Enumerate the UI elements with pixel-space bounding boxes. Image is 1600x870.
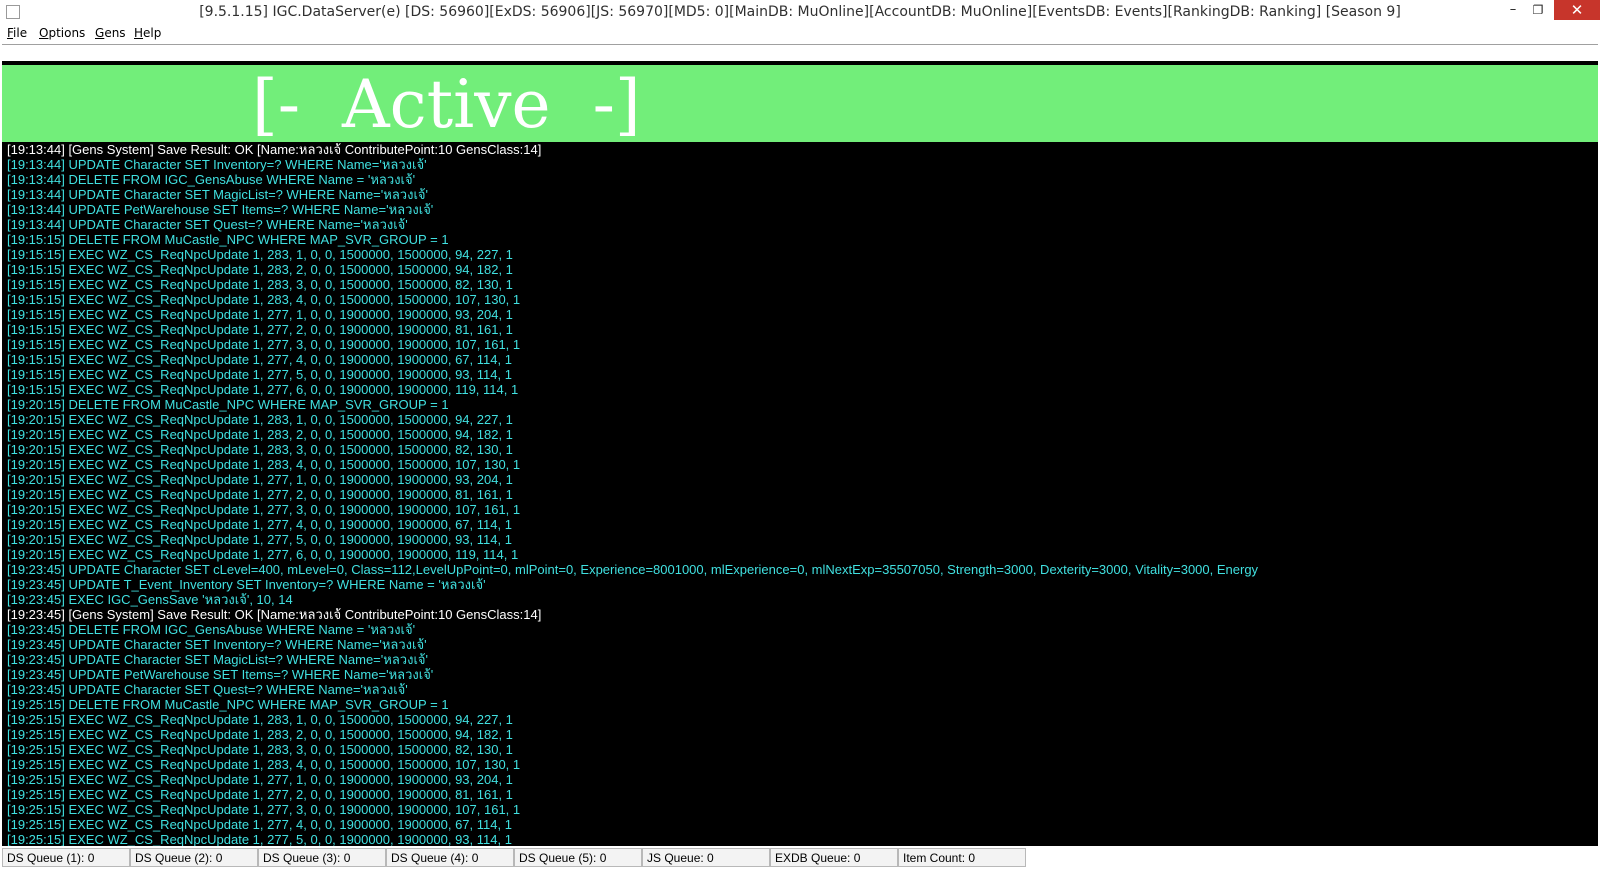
log-line: [19:20:15] EXEC WZ_CS_ReqNpcUpdate 1, 27…: [7, 487, 513, 502]
menu-help[interactable]: Help: [134, 26, 161, 40]
server-status-text: [- Active -]: [252, 66, 641, 143]
log-line: [19:23:45] UPDATE T_Event_Inventory SET …: [7, 577, 486, 592]
log-line: [19:13:44] UPDATE Character SET Quest=? …: [7, 217, 408, 232]
log-line: [19:15:15] EXEC WZ_CS_ReqNpcUpdate 1, 27…: [7, 352, 512, 367]
log-line: [19:20:15] DELETE FROM MuCastle_NPC WHER…: [7, 397, 449, 412]
menu-options[interactable]: Options: [39, 26, 85, 40]
log-line: [19:25:15] EXEC WZ_CS_ReqNpcUpdate 1, 27…: [7, 817, 512, 832]
log-line: [19:23:45] UPDATE Character SET Inventor…: [7, 637, 427, 652]
log-line: [19:25:15] EXEC WZ_CS_ReqNpcUpdate 1, 27…: [7, 787, 513, 802]
log-line: [19:23:45] UPDATE Character SET Quest=? …: [7, 682, 408, 697]
status-bar: DS Queue (1): 0 DS Queue (2): 0 DS Queue…: [0, 846, 1600, 870]
log-line: [19:25:15] EXEC WZ_CS_ReqNpcUpdate 1, 28…: [7, 742, 513, 757]
window-title: [9.5.1.15] IGC.DataServer(e) [DS: 56960]…: [199, 4, 1401, 20]
log-line: [19:23:45] EXEC IGC_GensSave 'หลวงเจ้', …: [7, 592, 293, 607]
menu-gens[interactable]: Gens: [95, 26, 126, 40]
log-output[interactable]: [19:13:44] [Gens System] Save Result: OK…: [2, 142, 1598, 846]
log-line: [19:15:15] EXEC WZ_CS_ReqNpcUpdate 1, 28…: [7, 292, 521, 307]
log-line: [19:15:15] DELETE FROM MuCastle_NPC WHER…: [7, 232, 449, 247]
menu-file[interactable]: File: [7, 26, 27, 40]
log-line: [19:15:15] EXEC WZ_CS_ReqNpcUpdate 1, 28…: [7, 247, 513, 262]
status-banner: [- Active -]: [2, 65, 1598, 145]
log-line: [19:25:15] EXEC WZ_CS_ReqNpcUpdate 1, 28…: [7, 727, 513, 742]
log-line: [19:20:15] EXEC WZ_CS_ReqNpcUpdate 1, 28…: [7, 412, 513, 427]
ds-queue-5-status: DS Queue (5): 0: [514, 848, 642, 867]
log-line: [19:15:15] EXEC WZ_CS_ReqNpcUpdate 1, 28…: [7, 262, 513, 277]
item-count-status: Item Count: 0: [898, 848, 1026, 867]
ds-queue-4-status: DS Queue (4): 0: [386, 848, 514, 867]
log-line: [19:25:15] EXEC WZ_CS_ReqNpcUpdate 1, 27…: [7, 772, 513, 787]
log-line: [19:23:45] UPDATE PetWarehouse SET Items…: [7, 667, 434, 682]
log-line: [19:13:44] UPDATE Character SET MagicLis…: [7, 187, 428, 202]
exdb-queue-status: EXDB Queue: 0: [770, 848, 898, 867]
toolbar-strip: [2, 44, 1598, 61]
js-queue-status: JS Queue: 0: [642, 848, 770, 867]
log-line: [19:25:15] EXEC WZ_CS_ReqNpcUpdate 1, 28…: [7, 757, 521, 772]
log-line: [19:25:15] EXEC WZ_CS_ReqNpcUpdate 1, 27…: [7, 802, 521, 817]
ds-queue-3-status: DS Queue (3): 0: [258, 848, 386, 867]
log-line: [19:15:15] EXEC WZ_CS_ReqNpcUpdate 1, 27…: [7, 337, 521, 352]
log-line: [19:25:15] DELETE FROM MuCastle_NPC WHER…: [7, 697, 449, 712]
log-line: [19:23:45] UPDATE Character SET cLevel=4…: [7, 562, 1259, 577]
log-line: [19:15:15] EXEC WZ_CS_ReqNpcUpdate 1, 28…: [7, 277, 513, 292]
title-bar: [9.5.1.15] IGC.DataServer(e) [DS: 56960]…: [0, 0, 1600, 24]
log-line: [19:20:15] EXEC WZ_CS_ReqNpcUpdate 1, 27…: [7, 502, 521, 517]
restore-button[interactable]: ❐: [1523, 0, 1553, 20]
log-line: [19:15:15] EXEC WZ_CS_ReqNpcUpdate 1, 27…: [7, 382, 519, 397]
log-line: [19:25:15] EXEC WZ_CS_ReqNpcUpdate 1, 28…: [7, 712, 513, 727]
log-line: [19:20:15] EXEC WZ_CS_ReqNpcUpdate 1, 27…: [7, 517, 512, 532]
log-line: [19:13:44] UPDATE PetWarehouse SET Items…: [7, 202, 434, 217]
log-line: [19:23:45] [Gens System] Save Result: OK…: [7, 607, 542, 622]
log-line: [19:25:15] EXEC WZ_CS_ReqNpcUpdate 1, 27…: [7, 832, 512, 846]
ds-queue-1-status: DS Queue (1): 0: [2, 848, 130, 867]
log-line: [19:15:15] EXEC WZ_CS_ReqNpcUpdate 1, 27…: [7, 322, 513, 337]
log-line: [19:20:15] EXEC WZ_CS_ReqNpcUpdate 1, 27…: [7, 532, 512, 547]
menu-bar: File Options Gens Help: [0, 24, 1600, 44]
log-line: [19:13:44] [Gens System] Save Result: OK…: [7, 142, 542, 157]
log-line: [19:20:15] EXEC WZ_CS_ReqNpcUpdate 1, 27…: [7, 472, 513, 487]
log-line: [19:13:44] UPDATE Character SET Inventor…: [7, 157, 427, 172]
ds-queue-2-status: DS Queue (2): 0: [130, 848, 258, 867]
log-line: [19:23:45] DELETE FROM IGC_GensAbuse WHE…: [7, 622, 416, 637]
log-line: [19:15:15] EXEC WZ_CS_ReqNpcUpdate 1, 27…: [7, 367, 512, 382]
log-line: [19:23:45] UPDATE Character SET MagicLis…: [7, 652, 428, 667]
log-line: [19:20:15] EXEC WZ_CS_ReqNpcUpdate 1, 27…: [7, 547, 519, 562]
log-line: [19:20:15] EXEC WZ_CS_ReqNpcUpdate 1, 28…: [7, 442, 513, 457]
close-button[interactable]: ✕: [1554, 0, 1600, 20]
log-line: [19:15:15] EXEC WZ_CS_ReqNpcUpdate 1, 27…: [7, 307, 513, 322]
log-line: [19:13:44] DELETE FROM IGC_GensAbuse WHE…: [7, 172, 416, 187]
log-line: [19:20:15] EXEC WZ_CS_ReqNpcUpdate 1, 28…: [7, 427, 513, 442]
log-line: [19:20:15] EXEC WZ_CS_ReqNpcUpdate 1, 28…: [7, 457, 521, 472]
